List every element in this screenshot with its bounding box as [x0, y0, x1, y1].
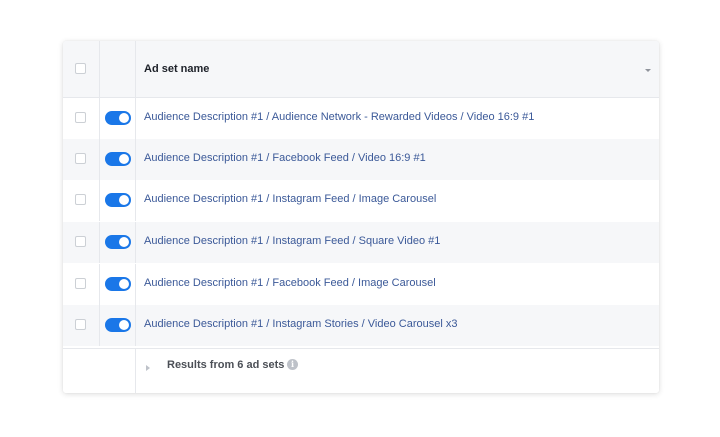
toggle-knob	[119, 237, 129, 247]
ad-set-toggle[interactable]	[105, 152, 131, 166]
chevron-down-icon[interactable]	[645, 69, 651, 72]
ad-set-name-link[interactable]: Audience Description #1 / Instagram Feed…	[144, 235, 440, 247]
row-toggle-cell	[100, 98, 136, 139]
table-header: Ad set name	[63, 41, 659, 98]
row-checkbox-cell	[63, 222, 100, 263]
footer-toggle-cell	[100, 349, 136, 393]
results-summary: Results from 6 ad sets	[167, 359, 285, 371]
ad-sets-table: Ad set name Audience Description #1 / Au…	[63, 41, 659, 393]
ad-set-toggle[interactable]	[105, 277, 131, 291]
row-checkbox-cell	[63, 139, 100, 180]
row-name-cell: Audience Description #1 / Instagram Feed…	[136, 180, 659, 221]
ad-set-name-link[interactable]: Audience Description #1 / Instagram Feed…	[144, 193, 436, 205]
row-toggle-cell	[100, 139, 136, 180]
ad-set-name-link[interactable]: Audience Description #1 / Audience Netwo…	[144, 111, 534, 123]
row-toggle-cell	[100, 305, 136, 346]
column-header-ad-set-name[interactable]: Ad set name	[144, 63, 209, 75]
ad-set-toggle[interactable]	[105, 111, 131, 125]
row-name-cell: Audience Description #1 / Facebook Feed …	[136, 139, 659, 180]
header-checkbox-cell	[63, 41, 100, 97]
table-row[interactable]: Audience Description #1 / Facebook Feed …	[63, 264, 659, 305]
row-name-cell: Audience Description #1 / Audience Netwo…	[136, 98, 659, 139]
toggle-knob	[119, 279, 129, 289]
header-name-cell[interactable]: Ad set name	[136, 41, 659, 97]
ad-set-name-link[interactable]: Audience Description #1 / Instagram Stor…	[144, 318, 457, 330]
toggle-knob	[119, 195, 129, 205]
row-name-cell: Audience Description #1 / Facebook Feed …	[136, 264, 659, 305]
table-row[interactable]: Audience Description #1 / Instagram Feed…	[63, 222, 659, 263]
header-toggle-cell	[100, 41, 136, 97]
table-row[interactable]: Audience Description #1 / Audience Netwo…	[63, 98, 659, 139]
row-checkbox-cell	[63, 98, 100, 139]
row-checkbox[interactable]	[75, 319, 86, 330]
row-checkbox[interactable]	[75, 112, 86, 123]
ad-set-name-link[interactable]: Audience Description #1 / Facebook Feed …	[144, 277, 436, 289]
row-checkbox[interactable]	[75, 236, 86, 247]
ad-set-toggle[interactable]	[105, 318, 131, 332]
info-icon[interactable]: i	[287, 359, 298, 370]
row-checkbox[interactable]	[75, 153, 86, 164]
row-checkbox[interactable]	[75, 194, 86, 205]
row-toggle-cell	[100, 180, 136, 221]
table-row[interactable]: Audience Description #1 / Instagram Stor…	[63, 305, 659, 346]
table-row[interactable]: Audience Description #1 / Instagram Feed…	[63, 180, 659, 221]
footer-summary-cell[interactable]: Results from 6 ad sets i	[136, 349, 659, 393]
toggle-knob	[119, 320, 129, 330]
ad-set-toggle[interactable]	[105, 235, 131, 249]
row-checkbox-cell	[63, 264, 100, 305]
row-toggle-cell	[100, 264, 136, 305]
footer-checkbox-cell	[63, 349, 100, 393]
select-all-checkbox[interactable]	[75, 63, 86, 74]
table-footer: Results from 6 ad sets i	[63, 348, 659, 393]
table-row[interactable]: Audience Description #1 / Facebook Feed …	[63, 139, 659, 180]
row-toggle-cell	[100, 222, 136, 263]
ad-set-toggle[interactable]	[105, 193, 131, 207]
row-name-cell: Audience Description #1 / Instagram Feed…	[136, 222, 659, 263]
row-checkbox[interactable]	[75, 278, 86, 289]
toggle-knob	[119, 113, 129, 123]
row-checkbox-cell	[63, 180, 100, 221]
chevron-right-icon[interactable]	[146, 365, 150, 371]
ad-set-name-link[interactable]: Audience Description #1 / Facebook Feed …	[144, 152, 426, 164]
row-checkbox-cell	[63, 305, 100, 346]
toggle-knob	[119, 154, 129, 164]
row-name-cell: Audience Description #1 / Instagram Stor…	[136, 305, 659, 346]
